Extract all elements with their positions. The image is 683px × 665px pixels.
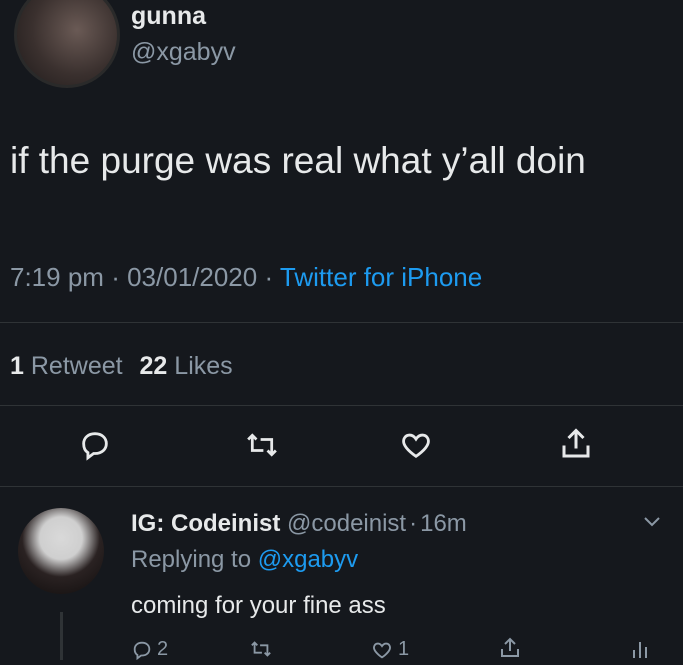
- like-icon: [402, 433, 430, 459]
- reply-age[interactable]: 16m: [420, 510, 467, 537]
- retweet-stat[interactable]: 1 Retweet: [10, 352, 130, 380]
- retweet-label: Retweet: [30, 352, 123, 380]
- reply-button[interactable]: [78, 428, 112, 462]
- retweet-icon: [251, 641, 271, 657]
- like-label: Likes: [174, 352, 233, 380]
- analytics-icon: [633, 642, 647, 658]
- reply-separator: ·: [409, 510, 418, 537]
- tweet-time: 7:19 pm: [10, 262, 104, 292]
- meta-separator: ·: [111, 262, 120, 292]
- tweet-text: if the purge was real what y’all doin: [10, 140, 586, 181]
- reply-reply-button[interactable]: 2: [131, 638, 168, 661]
- chevron-down-icon: [644, 517, 660, 527]
- more-options-button[interactable]: [640, 512, 664, 530]
- reply-like-count: 1: [398, 638, 410, 660]
- divider: [0, 405, 683, 406]
- retweet-button[interactable]: [244, 428, 280, 462]
- share-icon: [501, 637, 519, 657]
- reply-reply-count: 2: [157, 638, 169, 660]
- reply-display-name[interactable]: IG: Codeinist: [131, 510, 280, 537]
- retweet-count: 1: [10, 352, 24, 380]
- share-button[interactable]: [558, 426, 594, 462]
- tweet-date: 03/01/2020: [127, 262, 258, 292]
- reply-text: coming for your fine ass: [131, 592, 386, 619]
- author-avatar[interactable]: [14, 0, 120, 88]
- divider: [0, 486, 683, 487]
- like-icon: [373, 642, 391, 658]
- replying-to: Replying to @xgabyv: [131, 546, 358, 574]
- tweet-meta: 7:19 pm · 03/01/2020 · Twitter for iPhon…: [10, 262, 482, 293]
- reply-icon: [133, 641, 151, 660]
- reply-analytics-button[interactable]: [628, 636, 652, 665]
- author-display-name[interactable]: gunna: [131, 2, 206, 31]
- reply-handle[interactable]: @codeinist: [287, 510, 406, 537]
- reply-share-button[interactable]: [498, 636, 522, 665]
- reply-avatar[interactable]: [18, 508, 104, 594]
- retweet-icon: [247, 433, 277, 457]
- tweet-source-link[interactable]: Twitter for iPhone: [280, 262, 482, 292]
- engagement-stats: 1 Retweet 22 Likes: [10, 352, 233, 381]
- share-icon: [562, 428, 590, 458]
- like-count: 22: [139, 352, 168, 380]
- reply-thread-line: [60, 612, 63, 660]
- author-handle[interactable]: @xgabyv: [131, 38, 236, 67]
- reply-like-button[interactable]: 1: [370, 638, 409, 661]
- like-stat[interactable]: 22 Likes: [140, 352, 233, 380]
- replying-handle[interactable]: @xgabyv: [258, 546, 358, 573]
- divider: [0, 322, 683, 323]
- meta-separator: ·: [264, 262, 274, 292]
- replying-prefix: Replying to: [131, 546, 252, 573]
- reply-retweet-button[interactable]: [248, 638, 274, 665]
- reply-icon: [82, 432, 108, 461]
- like-button[interactable]: [398, 428, 434, 462]
- reply-header: IG: Codeinist @codeinist · 16m: [131, 510, 467, 538]
